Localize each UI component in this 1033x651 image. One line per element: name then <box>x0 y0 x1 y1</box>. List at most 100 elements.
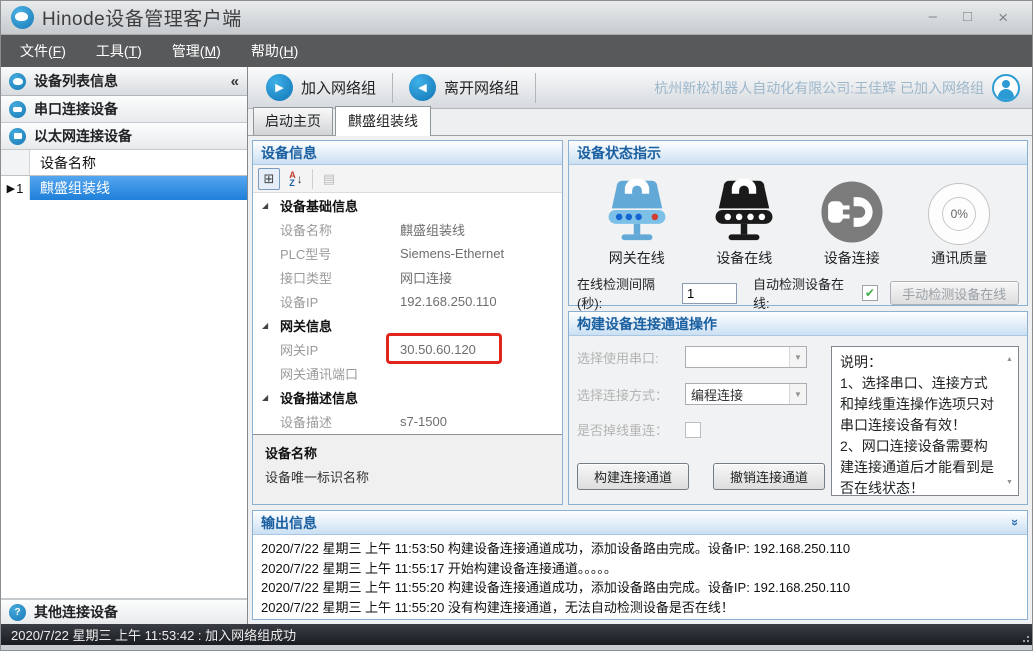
scrollbar[interactable]: ▲ ▼ <box>1003 349 1016 493</box>
alphabetical-sort-icon[interactable]: AZ ↓ <box>285 168 307 190</box>
connect-mode-dropdown[interactable]: 编程连接 ▼ <box>685 383 807 405</box>
join-network-icon: ▶ <box>266 74 293 101</box>
prop-gateway-port[interactable]: 网关通讯端口 <box>253 361 562 385</box>
gateway-online-icon <box>598 171 676 245</box>
output-panel-title: 输出信息 » <box>253 511 1027 535</box>
user-avatar[interactable] <box>992 74 1020 102</box>
device-info-title: 设备信息 <box>253 141 562 165</box>
collapse-output-icon[interactable]: » <box>1008 519 1023 526</box>
indicator-device-online: 设备在线 <box>691 171 799 268</box>
dropdown-arrow-icon[interactable]: ▼ <box>789 347 806 367</box>
build-channel-button[interactable]: 构建连接通道 <box>577 463 689 490</box>
statusbar: 2020/7/22 星期三 上午 11:53:42 : 加入网络组成功 <box>1 624 1032 645</box>
category-basic-info[interactable]: ◢设备基础信息 <box>253 193 562 217</box>
serial-port-icon <box>9 101 26 118</box>
prop-gateway-ip[interactable]: 网关IP 30.50.60.120 <box>253 337 562 361</box>
auto-detect-label: 自动检测设备在线: <box>753 274 856 312</box>
app-logo-icon <box>11 6 34 29</box>
leave-network-group-button[interactable]: ◀ 离开网络组 <box>395 67 533 108</box>
table-row-device[interactable]: ▶1 麒盛组装线 <box>1 176 247 200</box>
device-online-icon <box>705 171 783 245</box>
window-title: Hinode设备管理客户端 <box>42 4 242 31</box>
prop-device-ip[interactable]: 设备IP192.168.250.110 <box>253 289 562 313</box>
prop-device-name[interactable]: 设备名称麒盛组装线 <box>253 217 562 241</box>
category-description-info[interactable]: ◢设备描述信息 <box>253 385 562 409</box>
scroll-up-icon[interactable]: ▲ <box>1006 349 1013 370</box>
log-line: 2020/7/22 星期三 上午 11:55:17 开始构建设备连接通道。。。。… <box>261 559 1019 579</box>
maximize-button[interactable]: □ <box>963 9 972 26</box>
device-status-panel: 设备状态指示 <box>568 140 1028 306</box>
menu-manage[interactable]: 管理(M) <box>157 34 236 68</box>
serial-select-label: 选择使用串口: <box>577 348 685 367</box>
close-button[interactable]: × <box>998 9 1008 26</box>
property-grid-toolbar: ⊞ AZ ↓ ▤ <box>253 165 562 193</box>
revoke-channel-button[interactable]: 撤销连接通道 <box>713 463 825 490</box>
join-network-group-button[interactable]: ▶ 加入网络组 <box>252 67 390 108</box>
menu-help[interactable]: 帮助(H) <box>236 34 313 68</box>
sidebar-item-ethernet-devices[interactable]: 以太网连接设备 <box>1 123 247 150</box>
category-gateway-info[interactable]: ◢网关信息 <box>253 313 562 337</box>
window-bottom-edge <box>1 645 1032 650</box>
prop-plc-model[interactable]: PLC型号Siemens-Ethernet <box>253 241 562 265</box>
prop-device-description[interactable]: 设备描述s7-1500 <box>253 409 562 433</box>
device-name-column-header: 设备名称 <box>30 150 247 175</box>
tab-device[interactable]: 麒盛组装线 <box>335 106 431 136</box>
output-log-area[interactable]: 2020/7/22 星期三 上午 11:53:50 构建设备连接通道成功，添加设… <box>253 535 1027 619</box>
log-line: 2020/7/22 星期三 上午 11:55:20 没有构建连接通道，无法自动检… <box>261 598 1019 618</box>
tab-page: 设备信息 ⊞ AZ ↓ ▤ ◢设备基础信息 设备名称麒盛 <box>248 136 1032 624</box>
collapse-caret-icon: ◢ <box>262 393 272 402</box>
menu-file[interactable]: 文件(F) <box>5 34 81 68</box>
comm-quality-value: 0% <box>942 197 976 231</box>
comm-quality-gauge-icon: 0% <box>928 171 990 245</box>
device-name-cell[interactable]: 麒盛组装线 <box>30 176 247 200</box>
titlebar: Hinode设备管理客户端 – □ × <box>1 1 1032 35</box>
resize-grip[interactable] <box>1020 633 1030 643</box>
toolbar-separator <box>535 73 536 103</box>
tab-home[interactable]: 启动主页 <box>253 107 333 135</box>
collapse-sidebar-button[interactable]: « <box>231 73 239 90</box>
collapse-caret-icon: ◢ <box>262 201 272 210</box>
sidebar-header: 设备列表信息 « <box>1 67 247 96</box>
property-description-box: 设备名称 设备唯一标识名称 <box>253 434 562 504</box>
statusbar-text: 2020/7/22 星期三 上午 11:53:42 : 加入网络组成功 <box>11 625 296 644</box>
collapse-caret-icon: ◢ <box>262 321 272 330</box>
connect-mode-label: 选择连接方式： <box>577 385 685 404</box>
indicator-comm-quality: 0% 通讯质量 <box>906 171 1014 268</box>
tabstrip: 启动主页 麒盛组装线 <box>248 109 1032 136</box>
instructions-box: 说明： 1、选择串口、连接方式和掉线重连操作选项只对串口连接设备有效！ 2、网口… <box>831 346 1019 496</box>
interval-input[interactable] <box>682 283 737 304</box>
menu-tools[interactable]: 工具(T) <box>81 34 157 68</box>
indicator-device-connect: 设备连接 <box>798 171 906 268</box>
channel-panel-title: 构建设备连接通道操作 <box>569 312 1027 336</box>
serial-select-dropdown[interactable]: ▼ <box>685 346 807 368</box>
minimize-button[interactable]: – <box>929 9 937 26</box>
dropdown-arrow-icon[interactable]: ▼ <box>789 384 806 404</box>
toolbar-separator <box>312 169 313 189</box>
manual-detect-button[interactable]: 手动检测设备在线 <box>890 281 1019 305</box>
build-channel-panel: 构建设备连接通道操作 选择使用串口: ▼ <box>568 311 1028 505</box>
ethernet-icon <box>9 128 26 145</box>
leave-network-icon: ◀ <box>409 74 436 101</box>
device-list-icon <box>9 73 26 90</box>
row-marker: ▶1 <box>1 176 30 200</box>
app-window: Hinode设备管理客户端 – □ × 文件(F) 工具(T) 管理(M) 帮助… <box>0 0 1033 651</box>
reconnect-label: 是否掉线重连： <box>577 420 685 439</box>
toolbar-separator <box>392 73 393 103</box>
device-table: 设备名称 ▶1 麒盛组装线 <box>1 150 247 599</box>
categorized-view-icon[interactable]: ⊞ <box>258 168 280 190</box>
prop-interface-type[interactable]: 接口类型网口连接 <box>253 265 562 289</box>
sidebar-item-other-devices[interactable]: ? 其他连接设备 <box>1 599 247 624</box>
indicator-gateway-online: 网关在线 <box>583 171 691 268</box>
sidebar-item-serial-devices[interactable]: 串口连接设备 <box>1 96 247 123</box>
log-line: 2020/7/22 星期三 上午 11:55:20 构建设备连接通道成功，添加设… <box>261 578 1019 598</box>
device-table-header: 设备名称 <box>1 150 247 176</box>
network-toolbar: ▶ 加入网络组 ◀ 离开网络组 杭州新松机器人自动化有限公司:王佳辉 已加入网络… <box>248 67 1032 109</box>
status-panel-title: 设备状态指示 <box>569 141 1027 165</box>
question-icon: ? <box>9 604 26 621</box>
reconnect-checkbox[interactable] <box>685 422 701 438</box>
property-pages-icon: ▤ <box>318 168 340 190</box>
interval-label: 在线检测间隔(秒): <box>577 274 676 312</box>
auto-detect-checkbox[interactable]: ✔ <box>862 285 877 301</box>
scroll-down-icon[interactable]: ▼ <box>1006 472 1013 493</box>
user-status-text: 杭州新松机器人自动化有限公司:王佳辉 已加入网络组 <box>654 78 984 98</box>
